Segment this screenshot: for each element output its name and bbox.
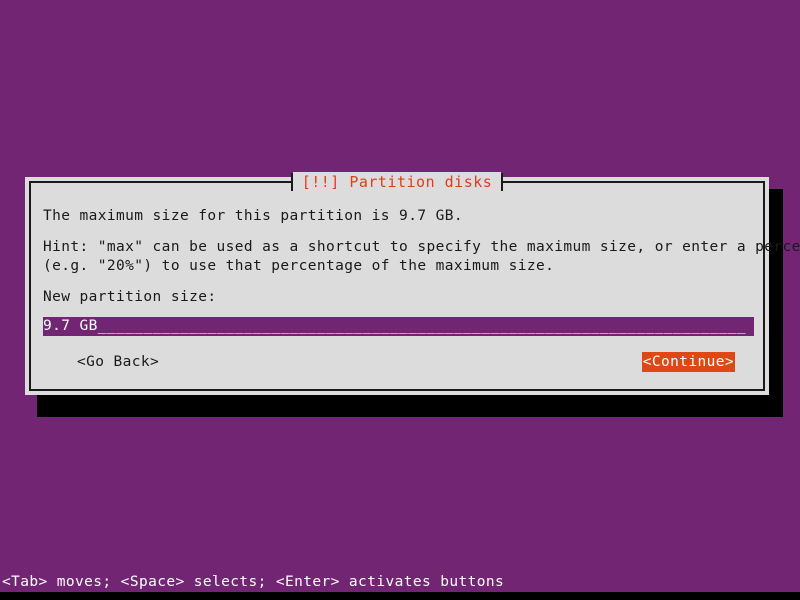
partition-size-input-row: [43, 317, 754, 336]
hint-line-2: (e.g. "20%") to use that percentage of t…: [43, 258, 555, 274]
hint-line-1: Hint: "max" can be used as a shortcut to…: [43, 239, 800, 255]
max-size-message: The maximum size for this partition is 9…: [43, 208, 463, 224]
partition-size-input[interactable]: [43, 317, 754, 336]
partition-disks-dialog: [!!] Partition disks The maximum size fo…: [25, 172, 800, 395]
dialog-content: The maximum size for this partition is 9…: [31, 183, 800, 389]
status-bar-help-text: <Tab> moves; <Space> selects; <Enter> ac…: [2, 574, 505, 590]
dialog-inner-frame: [!!] Partition disks The maximum size fo…: [29, 172, 800, 391]
bottom-black-strip: [0, 592, 800, 600]
new-partition-size-label: New partition size:: [43, 289, 217, 305]
go-back-button[interactable]: <Go Back>: [77, 352, 159, 372]
dialog-buttons-row: <Go Back> <Continue>: [43, 352, 751, 372]
continue-button[interactable]: <Continue>: [641, 352, 735, 372]
status-bar: <Tab> moves; <Space> selects; <Enter> ac…: [0, 572, 800, 592]
